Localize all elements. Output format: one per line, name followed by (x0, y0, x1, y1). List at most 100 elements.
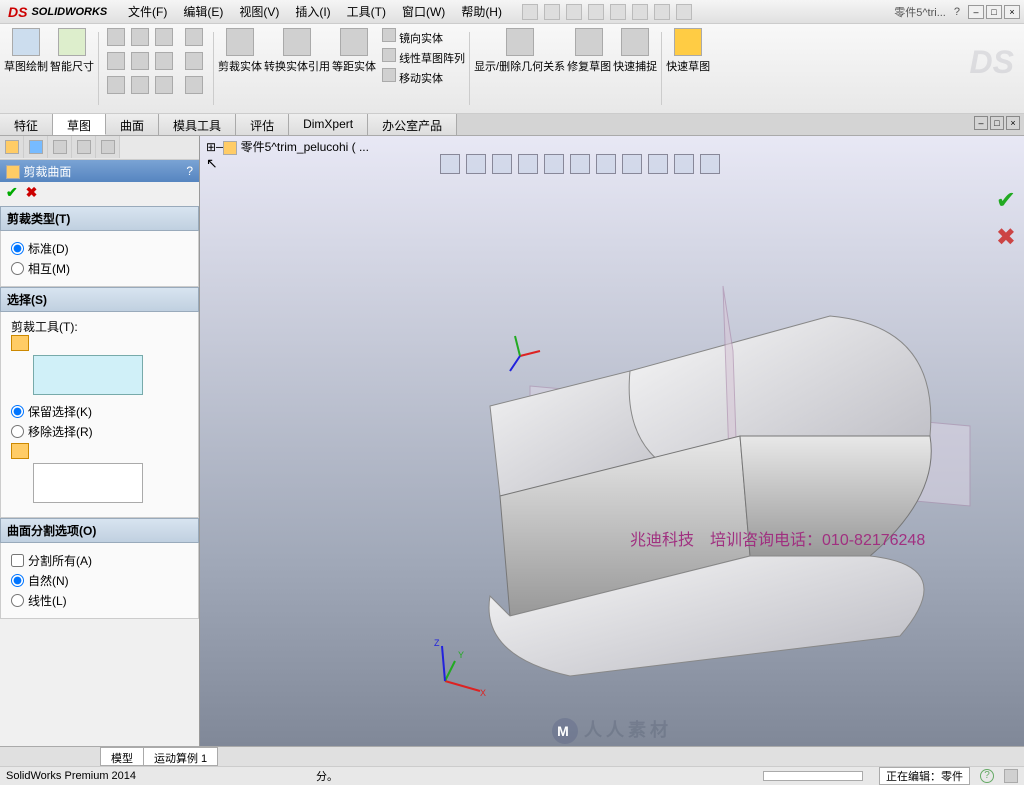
rebuild-icon[interactable] (676, 4, 692, 20)
menu-tools[interactable]: 工具(T) (339, 3, 394, 20)
tab-surfaces[interactable]: 曲面 (106, 114, 159, 135)
point-icon[interactable] (131, 76, 149, 94)
tab-sketch[interactable]: 草图 (53, 114, 106, 135)
flyout-tree[interactable]: ⊞─ 零件5^trim_pelucohi ( ... ↖ (206, 138, 369, 172)
undo-icon[interactable] (610, 4, 626, 20)
menu-file[interactable]: 文件(F) (120, 3, 175, 20)
trim-entities-button[interactable]: 剪裁实体 (218, 28, 262, 109)
rapid-sketch-button[interactable]: 快速草图 (666, 28, 710, 109)
convert-entities-button[interactable]: 转换实体引用 (264, 28, 330, 109)
circle-icon[interactable] (131, 28, 149, 46)
convert-icon (283, 28, 311, 56)
new-icon[interactable] (522, 4, 538, 20)
select-header[interactable]: 选择(S) (0, 287, 199, 312)
minimize-button[interactable]: – (968, 5, 984, 19)
radio-natural[interactable]: 自然(N) (11, 572, 188, 589)
property-tab-icon[interactable] (24, 136, 48, 158)
fillet-icon[interactable] (185, 52, 203, 70)
menu-window[interactable]: 窗口(W) (394, 3, 453, 20)
radio-remove[interactable]: 移除选择(R) (11, 423, 188, 440)
mdi-close[interactable]: × (1006, 116, 1020, 130)
config-tab-icon[interactable] (48, 136, 72, 158)
flyout-part-name: 零件5^trim_pelucohi ( ... (241, 140, 369, 154)
close-button[interactable]: × (1004, 5, 1020, 19)
cancel-button[interactable]: ✖ (26, 184, 38, 200)
options-icon[interactable] (654, 4, 670, 20)
graphics-viewport[interactable]: ⊞─ 零件5^trim_pelucohi ( ... ↖ ✔ ✖ (200, 136, 1024, 746)
maximize-button[interactable]: □ (986, 5, 1002, 19)
tab-office[interactable]: 办公室产品 (368, 114, 457, 135)
repair-sketch-button[interactable]: 修复草图 (567, 28, 611, 109)
hide-show-icon[interactable] (596, 154, 616, 174)
display-style-icon[interactable] (570, 154, 590, 174)
accept-button[interactable]: ✔ (6, 184, 18, 200)
pattern-button[interactable]: 线性草图阵列 (382, 48, 465, 66)
bottom-tab-motion[interactable]: 运动算例 1 (143, 747, 218, 766)
mdi-buttons: – □ × (974, 116, 1020, 130)
check-split-all[interactable]: 分割所有(A) (11, 552, 188, 569)
menu-edit[interactable]: 编辑(E) (175, 3, 231, 20)
quick-snap-button[interactable]: 快速捕捉 (613, 28, 657, 109)
tab-evaluate[interactable]: 评估 (236, 114, 289, 135)
trim-tool-label: 剪裁工具(T): (11, 318, 188, 335)
trim-type-header[interactable]: 剪裁类型(T) (0, 206, 199, 231)
display-tab-icon[interactable] (96, 136, 120, 158)
mirror-button[interactable]: 镜向实体 (382, 28, 465, 46)
poly-icon[interactable] (107, 76, 125, 94)
tab-dimxpert[interactable]: DimXpert (289, 114, 368, 135)
plane-icon[interactable] (185, 76, 203, 94)
tab-mold-tools[interactable]: 模具工具 (159, 114, 236, 135)
feature-tree-tab-icon[interactable] (0, 136, 24, 158)
watermark-text: 人人素材 (584, 720, 672, 740)
smart-dim-button[interactable]: 智能尺寸 (50, 28, 94, 109)
view-orient-icon[interactable] (544, 154, 564, 174)
trim-tool-selection-box[interactable] (33, 355, 143, 395)
zoom-area-icon[interactable] (466, 154, 486, 174)
sketch-draw-button[interactable]: 草图绘制 (4, 28, 48, 109)
save-icon[interactable] (566, 4, 582, 20)
mdi-max[interactable]: □ (990, 116, 1004, 130)
bottom-tab-model[interactable]: 模型 (100, 747, 144, 766)
move-button[interactable]: 移动实体 (382, 68, 465, 86)
section-view-icon[interactable] (518, 154, 538, 174)
tab-features[interactable]: 特征 (0, 114, 53, 135)
search-help[interactable]: ? (954, 6, 960, 18)
redo-icon[interactable] (632, 4, 648, 20)
pieces-selection-box[interactable] (33, 463, 143, 503)
print-icon[interactable] (588, 4, 604, 20)
open-icon[interactable] (544, 4, 560, 20)
corner-ok-icon[interactable]: ✔ (996, 186, 1016, 215)
help-icon[interactable]: ? (186, 164, 193, 178)
status-extra-icon[interactable] (1004, 769, 1018, 783)
scene-icon[interactable] (622, 154, 642, 174)
mdi-min[interactable]: – (974, 116, 988, 130)
radio-keep[interactable]: 保留选择(K) (11, 403, 188, 420)
line-icon[interactable] (107, 28, 125, 46)
menu-view[interactable]: 视图(V) (231, 3, 287, 20)
show-relations-button[interactable]: 显示/删除几何关系 (474, 28, 565, 109)
prev-view-icon[interactable] (492, 154, 512, 174)
menu-insert[interactable]: 插入(I) (287, 3, 338, 20)
trim-tool-icon (11, 335, 29, 351)
text-icon[interactable] (155, 76, 173, 94)
split-options-header[interactable]: 曲面分割选项(O) (0, 518, 199, 543)
offset-entities-button[interactable]: 等距实体 (332, 28, 376, 109)
status-help-icon[interactable]: ? (980, 769, 994, 783)
spline-icon[interactable] (155, 52, 173, 70)
slot-icon[interactable] (185, 28, 203, 46)
menu-help[interactable]: 帮助(H) (453, 3, 510, 20)
radio-standard[interactable]: 标准(D) (11, 240, 188, 257)
arc-icon[interactable] (155, 28, 173, 46)
dimxpert-tab-icon[interactable] (72, 136, 96, 158)
radio-linear[interactable]: 线性(L) (11, 592, 188, 609)
corner-cancel-icon[interactable]: ✖ (996, 223, 1016, 252)
rect-icon[interactable] (107, 52, 125, 70)
ellipse-icon[interactable] (131, 52, 149, 70)
triad-x: X (480, 688, 486, 696)
document-name: 零件5^tri... (894, 4, 946, 20)
view-settings-icon[interactable] (674, 154, 694, 174)
radio-mutual[interactable]: 相互(M) (11, 260, 188, 277)
appearance-icon[interactable] (648, 154, 668, 174)
zoom-fit-icon[interactable] (440, 154, 460, 174)
render-icon[interactable] (700, 154, 720, 174)
